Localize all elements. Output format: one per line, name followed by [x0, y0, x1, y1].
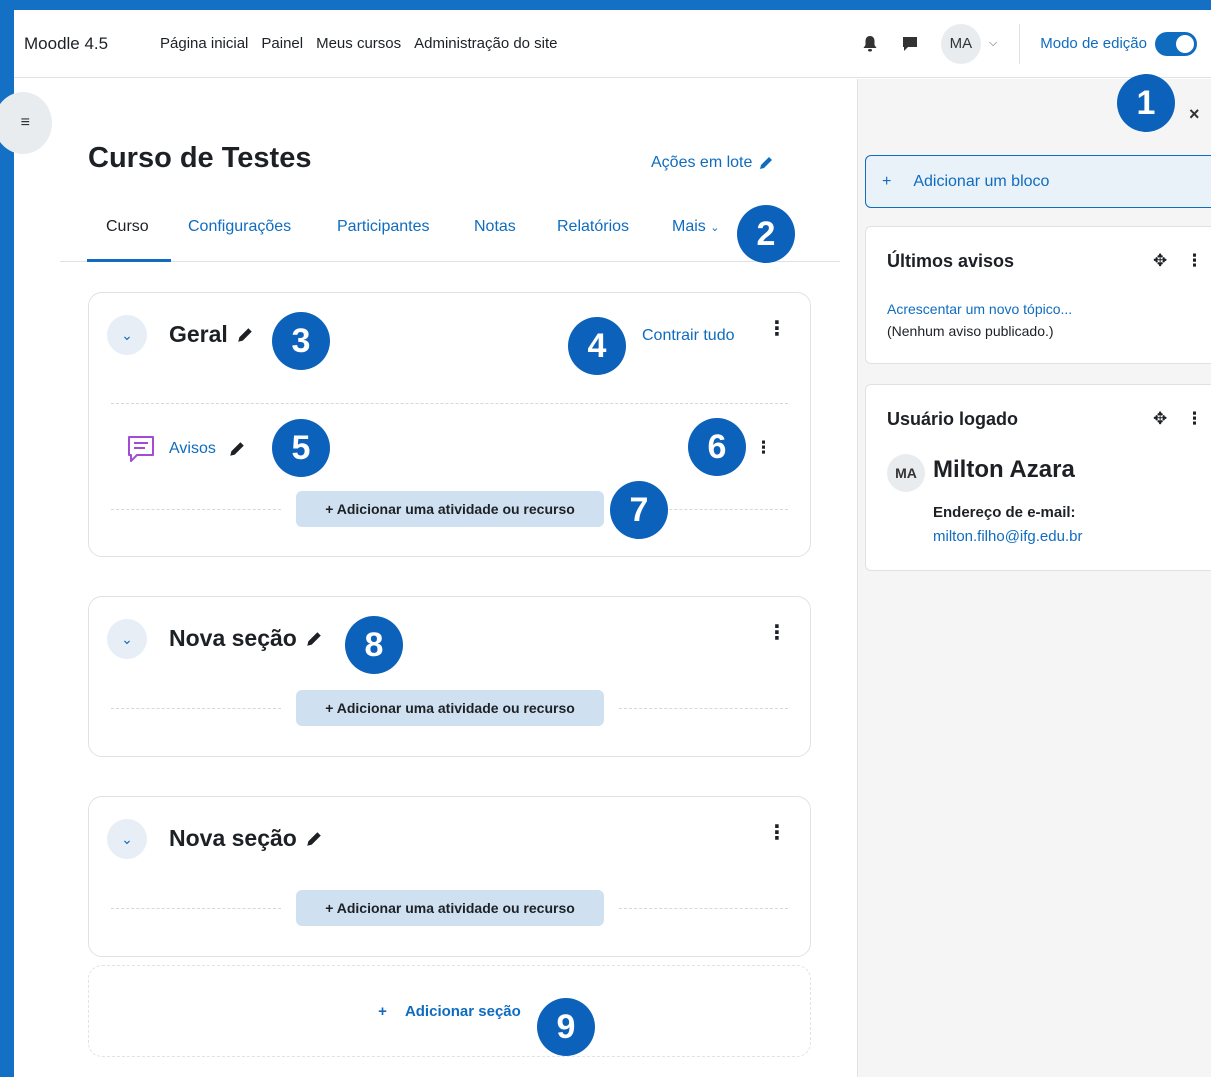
section-title: Nova seção: [169, 625, 323, 652]
plus-icon: +: [882, 172, 892, 190]
close-icon[interactable]: ×: [1189, 104, 1200, 125]
tab-course[interactable]: Curso: [106, 218, 149, 236]
add-section-button[interactable]: + Adicionar seção: [88, 965, 811, 1057]
add-activity-button[interactable]: + Adicionar uma atividade ou recurso: [296, 690, 604, 726]
section-divider: [111, 403, 788, 404]
block-title: Usuário logado: [887, 409, 1019, 429]
kebab-icon[interactable]: ⋮: [1186, 409, 1203, 429]
section-new-1: ⌄ Nova seção ⋮ + Adicionar uma atividade…: [88, 596, 811, 757]
add-block-label: Adicionar um bloco: [913, 172, 1050, 190]
section-title-text: Nova seção: [169, 625, 297, 651]
add-activity-area: + Adicionar uma atividade ou recurso: [89, 690, 810, 726]
nav-dashboard[interactable]: Painel: [261, 35, 303, 52]
pencil-icon[interactable]: [305, 830, 323, 848]
bell-icon[interactable]: [857, 31, 883, 57]
callout-9: 9: [537, 998, 595, 1056]
nav-site-admin[interactable]: Administração do site: [414, 35, 557, 52]
bulk-actions-label: Ações em lote: [651, 154, 753, 171]
dashed-line: [111, 708, 281, 709]
section-collapse-button[interactable]: ⌄: [107, 819, 147, 859]
kebab-icon[interactable]: ⋮: [767, 623, 787, 643]
activity-row: Avisos: [125, 433, 246, 465]
add-activity-button[interactable]: + Adicionar uma atividade ou recurso: [296, 890, 604, 926]
avatar: MA: [887, 454, 925, 492]
user-menu[interactable]: MA ⌵: [940, 23, 998, 64]
pencil-icon[interactable]: [236, 326, 254, 344]
forum-icon: [128, 436, 154, 462]
news-block: Últimos avisos ✥ ⋮ Acrescentar um novo t…: [865, 226, 1211, 364]
nav-my-courses[interactable]: Meus cursos: [316, 35, 401, 52]
page-title: Curso de Testes: [88, 142, 312, 174]
kebab-icon[interactable]: ⋮: [755, 439, 772, 456]
nav-home[interactable]: Página inicial: [160, 35, 248, 52]
top-navbar: Moodle 4.5 Página inicial Painel Meus cu…: [14, 10, 1211, 78]
section-title: Geral: [169, 321, 254, 348]
tab-participants[interactable]: Participantes: [337, 218, 430, 236]
callout-8: 8: [345, 616, 403, 674]
dashed-line: [619, 708, 788, 709]
section-collapse-button[interactable]: ⌄: [107, 315, 147, 355]
no-news-text: (Nenhum aviso publicado.): [887, 323, 1054, 339]
primary-navigation: Página inicial Painel Meus cursos Admini…: [160, 35, 558, 52]
chevron-down-icon: ⌄: [121, 830, 133, 847]
email-link[interactable]: milton.filho@ifg.edu.br: [933, 528, 1082, 545]
bulk-actions-link[interactable]: Ações em lote: [651, 154, 774, 172]
navbar-right: MA ⌵ Modo de edição: [857, 10, 1211, 77]
pencil-icon[interactable]: [305, 630, 323, 648]
add-block-button[interactable]: + Adicionar um bloco: [865, 155, 1211, 208]
tab-more-label: Mais: [672, 218, 706, 235]
callout-2: 2: [737, 205, 795, 263]
callout-3: 3: [272, 312, 330, 370]
section-collapse-button[interactable]: ⌄: [107, 619, 147, 659]
add-activity-area: + Adicionar uma atividade ou recurso: [89, 491, 810, 527]
add-activity-area: + Adicionar uma atividade ou recurso: [89, 890, 810, 926]
callout-4: 4: [568, 317, 626, 375]
dashed-line: [111, 509, 281, 510]
callout-6: 6: [688, 418, 746, 476]
section-title: Nova seção: [169, 825, 323, 852]
tab-settings[interactable]: Configurações: [188, 218, 291, 236]
navbar-divider: [1019, 23, 1021, 64]
section-title-text: Geral: [169, 321, 228, 347]
chevron-down-icon: ⌵: [988, 37, 998, 49]
logged-user-block: Usuário logado ✥ ⋮ MA Milton Azara Ender…: [865, 384, 1211, 571]
email-label: Endereço de e-mail:: [933, 504, 1076, 521]
plus-icon: +: [378, 1002, 387, 1020]
block-title: Últimos avisos: [887, 251, 1015, 271]
dashed-line: [111, 908, 281, 909]
callout-5: 5: [272, 419, 330, 477]
active-tab-indicator: [87, 259, 171, 262]
avatar: MA: [940, 23, 981, 64]
move-icon[interactable]: ✥: [1153, 251, 1167, 271]
edit-mode-label: Modo de edição: [1040, 35, 1147, 52]
move-icon[interactable]: ✥: [1153, 409, 1167, 429]
kebab-icon[interactable]: ⋮: [1186, 251, 1203, 271]
callout-1: 1: [1117, 74, 1175, 132]
tab-grades[interactable]: Notas: [474, 218, 516, 236]
collapse-all-link[interactable]: Contrair tudo: [642, 327, 735, 345]
tab-reports[interactable]: Relatórios: [557, 218, 629, 236]
add-topic-link[interactable]: Acrescentar um novo tópico...: [887, 301, 1072, 317]
callout-7: 7: [610, 481, 668, 539]
activity-link-avisos[interactable]: Avisos: [169, 440, 216, 458]
add-activity-button[interactable]: + Adicionar uma atividade ou recurso: [296, 491, 604, 527]
add-section-label: Adicionar seção: [404, 1002, 521, 1020]
kebab-icon[interactable]: ⋮: [767, 823, 787, 843]
chevron-down-icon: ⌄: [710, 222, 720, 234]
tab-more[interactable]: Mais ⌄: [672, 218, 719, 236]
chat-icon[interactable]: [897, 31, 923, 57]
section-title-text: Nova seção: [169, 825, 297, 851]
edit-mode-toggle[interactable]: [1155, 31, 1197, 56]
user-fullname[interactable]: Milton Azara: [933, 456, 1075, 484]
pencil-icon: [760, 157, 773, 169]
drawer-list-icon: ≡: [20, 114, 30, 131]
chevron-down-icon: ⌄: [121, 630, 133, 647]
dashed-line: [619, 908, 788, 909]
site-brand[interactable]: Moodle 4.5: [24, 34, 160, 54]
course-tabs: Curso Configurações Participantes Notas …: [60, 200, 840, 262]
pencil-icon[interactable]: [228, 440, 246, 458]
section-new-2: ⌄ Nova seção ⋮ + Adicionar uma atividade…: [88, 796, 811, 957]
chevron-down-icon: ⌄: [121, 326, 133, 343]
kebab-icon[interactable]: ⋮: [767, 319, 787, 339]
